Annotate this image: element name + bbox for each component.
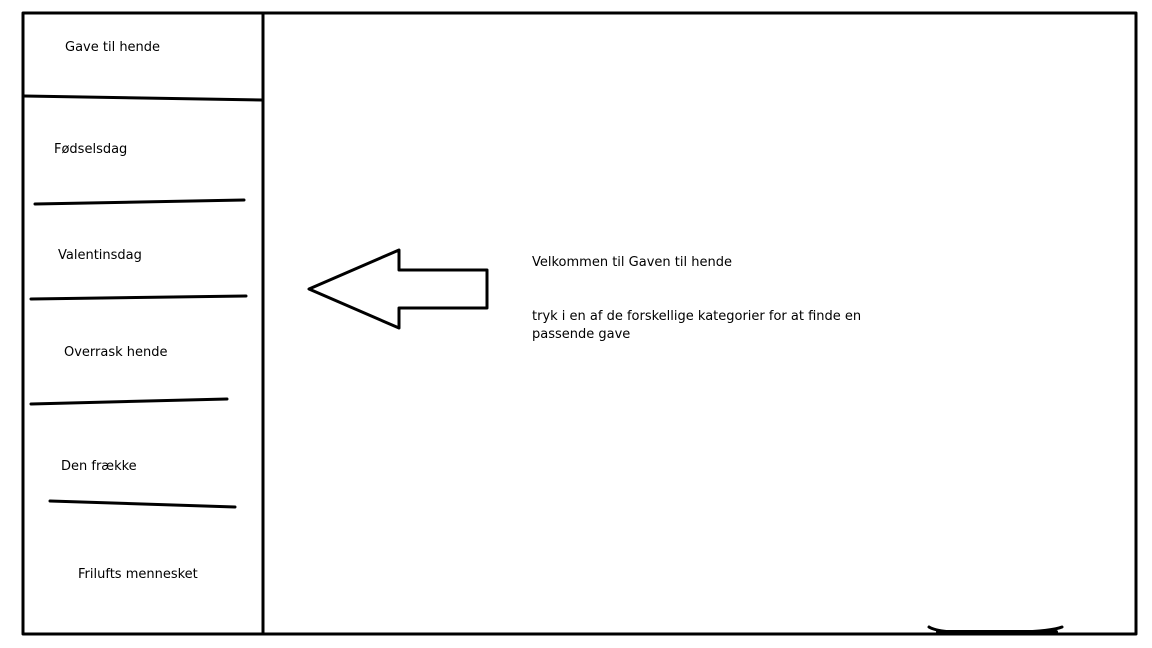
welcome-instruction: tryk i en af de forskellige kategorier f…: [532, 309, 862, 342]
separator-line: [29, 397, 229, 406]
welcome-title: Velkommen til Gaven til hende: [532, 255, 732, 270]
sidebar-item-overrask-hende[interactable]: Overrask hende: [64, 344, 168, 362]
separator-line: [33, 198, 246, 206]
separator-line: [22, 94, 264, 102]
left-arrow-icon: [307, 248, 489, 330]
sidebar-item-foedselsdag[interactable]: Fødselsdag: [54, 141, 127, 159]
separator-line: [29, 294, 248, 301]
sidebar-item-valentinsdag[interactable]: Valentinsdag: [58, 247, 142, 265]
separator-line: [48, 499, 237, 509]
sidebar-item-frilufts-mennesket[interactable]: Frilufts mennesket: [78, 566, 198, 584]
sidebar-item-den-fraekke[interactable]: Den frække: [61, 458, 137, 476]
sidebar-item-gave-til-hende[interactable]: Gave til hende: [65, 39, 160, 57]
